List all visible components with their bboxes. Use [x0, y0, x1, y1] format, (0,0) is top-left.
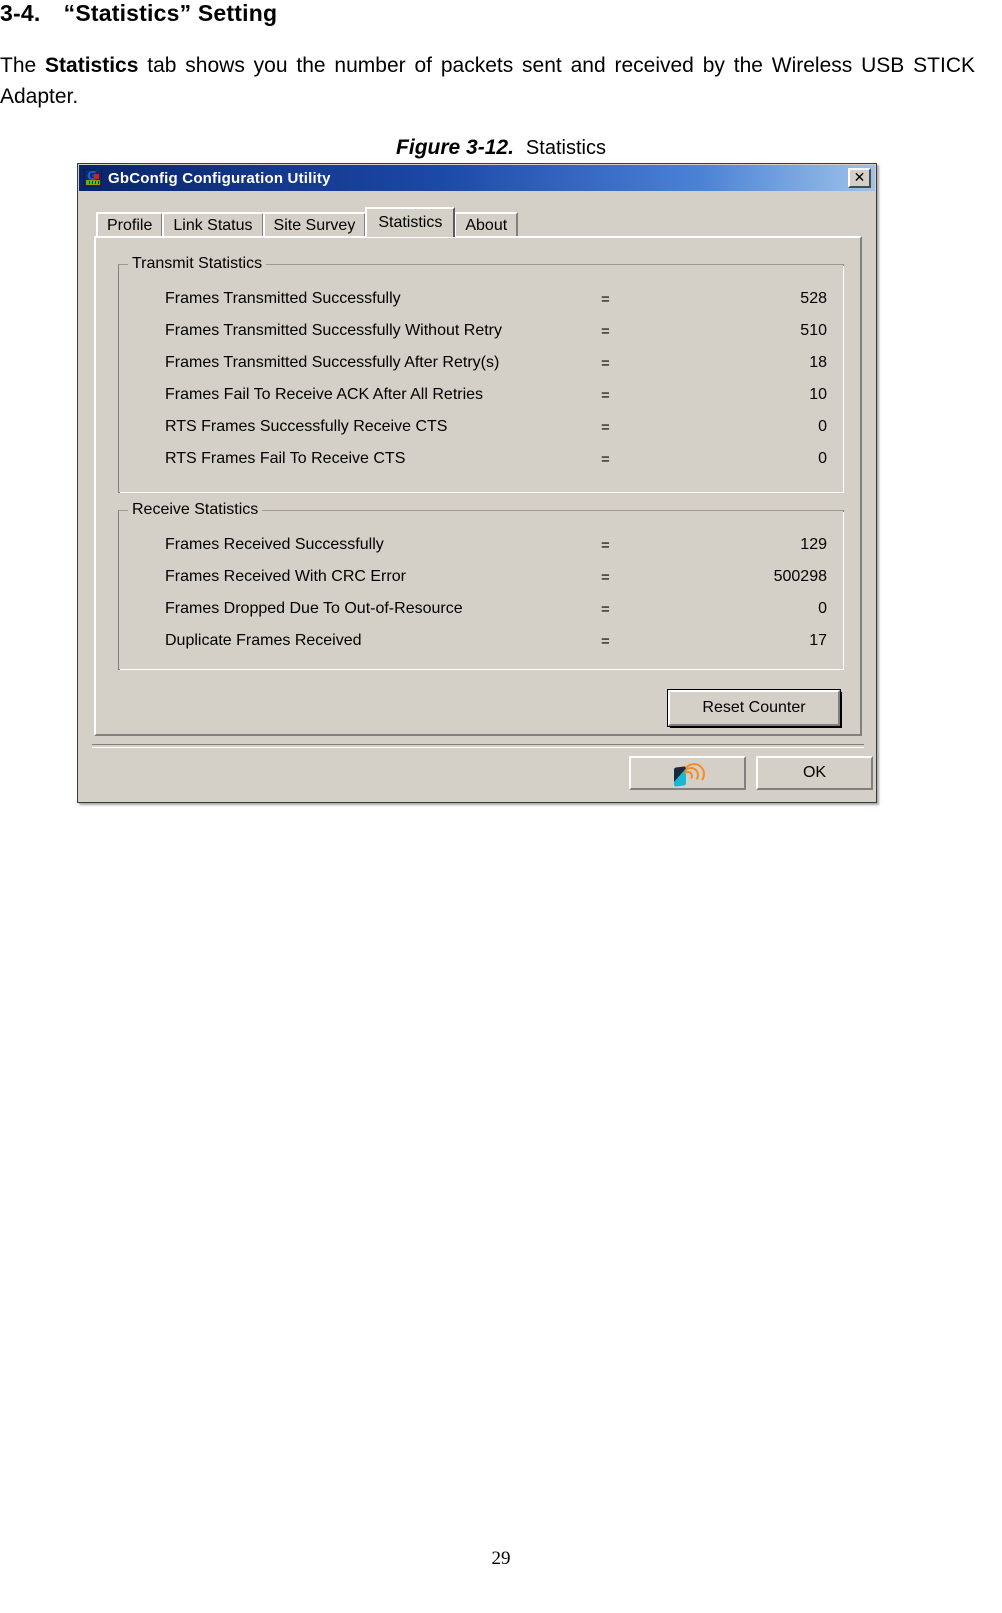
table-row: Frames Received Successfully = 129 — [119, 529, 843, 561]
stat-value: 528 — [800, 290, 827, 307]
table-row: Frames Transmitted Successfully After Re… — [119, 347, 843, 379]
stat-equals: = — [601, 536, 610, 554]
stat-label: Frames Fail To Receive ACK After All Ret… — [165, 386, 484, 403]
page-number: 29 — [491, 1548, 511, 1569]
stat-equals: = — [601, 568, 610, 586]
stat-equals: = — [601, 450, 610, 468]
wireless-signal-icon — [671, 760, 706, 787]
wireless-status-button[interactable] — [629, 756, 746, 790]
stat-value: 129 — [800, 536, 827, 553]
reset-counter-button[interactable]: Reset Counter — [667, 689, 841, 727]
gbconfig-dialog: G GbConfig Configuration Utility ✕ Profi… — [77, 163, 877, 803]
stat-equals: = — [601, 290, 610, 308]
ok-button[interactable]: OK — [756, 756, 873, 790]
receive-statistics-legend: Receive Statistics — [128, 501, 263, 519]
stat-value: 10 — [809, 386, 827, 403]
stat-value: 0 — [818, 600, 827, 617]
table-row: Frames Transmitted Successfully = 528 — [119, 283, 843, 315]
table-row: Frames Fail To Receive ACK After All Ret… — [119, 379, 843, 411]
stat-label: Frames Dropped Due To Out-of-Resource — [165, 600, 463, 617]
logo-signal-bars — [86, 180, 100, 185]
figure-caption: Figure 3-12. Statistics — [0, 136, 1002, 160]
stat-label: Frames Received With CRC Error — [165, 568, 406, 585]
stat-label: Frames Transmitted Successfully After Re… — [165, 354, 500, 371]
logo-red-accent — [94, 174, 99, 179]
stat-value: 510 — [800, 322, 827, 339]
stat-equals: = — [601, 600, 610, 618]
close-icon[interactable]: ✕ — [848, 168, 871, 188]
stat-label: RTS Frames Fail To Receive CTS — [165, 450, 406, 467]
table-row: Duplicate Frames Received = 17 — [119, 625, 843, 657]
figure-title: Statistics — [525, 137, 606, 159]
stat-equals: = — [601, 322, 610, 340]
paragraph-text-post: tab shows you the number of packets sent… — [0, 54, 975, 108]
transmit-statistics-legend: Transmit Statistics — [128, 255, 267, 273]
stat-label: Frames Received Successfully — [165, 536, 384, 553]
table-row: RTS Frames Successfully Receive CTS = 0 — [119, 411, 843, 443]
receive-statistics-group: Receive Statistics Frames Received Succe… — [118, 501, 844, 670]
stat-value: 500298 — [773, 568, 827, 585]
footer-separator — [92, 744, 864, 748]
paragraph-emphasis: Statistics — [45, 54, 139, 77]
transmit-statistics-group: Transmit Statistics Frames Transmitted S… — [118, 255, 844, 493]
intro-paragraph: The Statistics tab shows you the number … — [0, 50, 975, 112]
page-title: 3-4. “Statistics” Setting — [0, 0, 278, 26]
stat-equals: = — [601, 386, 610, 404]
app-logo-icon: G — [84, 169, 102, 187]
tab-statistics[interactable]: Statistics — [365, 207, 456, 237]
tab-strip: Profile Link Status Site Survey Statisti… — [96, 207, 519, 237]
dialog-title: GbConfig Configuration Utility — [108, 169, 331, 187]
paragraph-text-pre: The — [0, 54, 46, 77]
figure-number: Figure 3-12. — [396, 136, 514, 159]
stat-value: 0 — [818, 450, 827, 467]
tab-link-status[interactable]: Link Status — [162, 212, 264, 237]
statistics-tab-panel: Transmit Statistics Frames Transmitted S… — [94, 236, 862, 736]
stat-label: Frames Transmitted Successfully Without … — [165, 322, 502, 339]
stat-equals: = — [601, 418, 610, 436]
tab-about[interactable]: About — [454, 212, 519, 237]
dialog-titlebar: G GbConfig Configuration Utility ✕ — [79, 165, 875, 191]
stat-equals: = — [601, 632, 610, 650]
stat-value: 17 — [809, 632, 827, 649]
table-row: RTS Frames Fail To Receive CTS = 0 — [119, 443, 843, 475]
stat-equals: = — [601, 354, 610, 372]
stat-label: RTS Frames Successfully Receive CTS — [165, 418, 448, 435]
table-row: Frames Transmitted Successfully Without … — [119, 315, 843, 347]
stat-label: Frames Transmitted Successfully — [165, 290, 401, 307]
table-row: Frames Dropped Due To Out-of-Resource = … — [119, 593, 843, 625]
stat-value: 0 — [818, 418, 827, 435]
tab-site-survey[interactable]: Site Survey — [262, 212, 367, 237]
stat-label: Duplicate Frames Received — [165, 632, 362, 649]
tab-profile[interactable]: Profile — [96, 212, 164, 237]
table-row: Frames Received With CRC Error = 500298 — [119, 561, 843, 593]
stat-value: 18 — [809, 354, 827, 371]
